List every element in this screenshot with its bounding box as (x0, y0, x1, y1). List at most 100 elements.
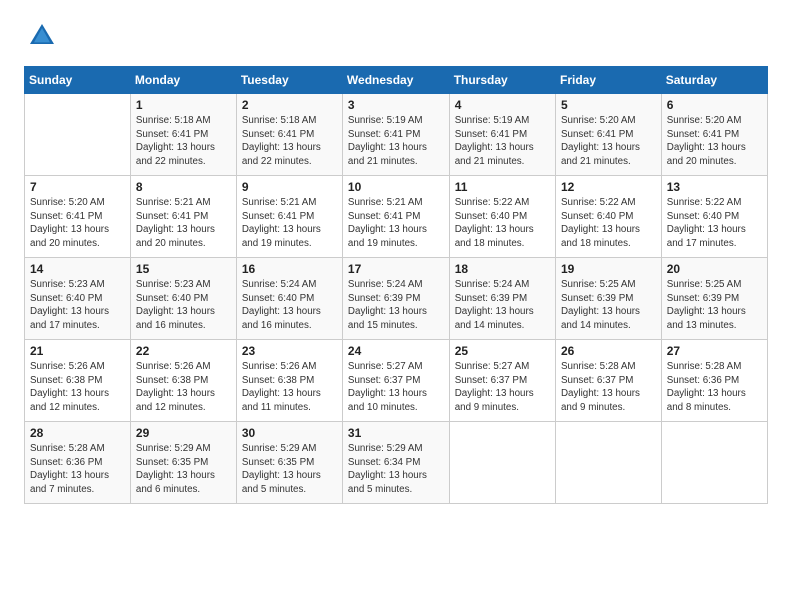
day-cell: 8 Sunrise: 5:21 AMSunset: 6:41 PMDaylight… (130, 176, 236, 258)
day-cell (661, 422, 767, 504)
day-number: 22 (136, 344, 231, 358)
day-number: 7 (30, 180, 125, 194)
day-cell: 30 Sunrise: 5:29 AMSunset: 6:35 PMDayligh… (236, 422, 342, 504)
day-number: 5 (561, 98, 656, 112)
day-cell: 12 Sunrise: 5:22 AMSunset: 6:40 PMDayligh… (555, 176, 661, 258)
weekday-header-row: SundayMondayTuesdayWednesdayThursdayFrid… (25, 67, 768, 94)
day-info: Sunrise: 5:19 AMSunset: 6:41 PMDaylight:… (455, 114, 550, 169)
day-info: Sunrise: 5:20 AMSunset: 6:41 PMDaylight:… (30, 196, 125, 251)
day-info: Sunrise: 5:18 AMSunset: 6:41 PMDaylight:… (136, 114, 231, 169)
week-row-2: 7 Sunrise: 5:20 AMSunset: 6:41 PMDaylight… (25, 176, 768, 258)
day-info: Sunrise: 5:24 AMSunset: 6:39 PMDaylight:… (348, 278, 444, 333)
day-cell: 22 Sunrise: 5:26 AMSunset: 6:38 PMDayligh… (130, 340, 236, 422)
day-info: Sunrise: 5:27 AMSunset: 6:37 PMDaylight:… (455, 360, 550, 415)
day-info: Sunrise: 5:24 AMSunset: 6:40 PMDaylight:… (242, 278, 337, 333)
day-cell: 11 Sunrise: 5:22 AMSunset: 6:40 PMDayligh… (449, 176, 555, 258)
day-number: 4 (455, 98, 550, 112)
day-number: 18 (455, 262, 550, 276)
day-cell: 21 Sunrise: 5:26 AMSunset: 6:38 PMDayligh… (25, 340, 131, 422)
day-number: 20 (667, 262, 762, 276)
day-number: 6 (667, 98, 762, 112)
day-cell (555, 422, 661, 504)
calendar-table: SundayMondayTuesdayWednesdayThursdayFrid… (24, 66, 768, 504)
day-info: Sunrise: 5:21 AMSunset: 6:41 PMDaylight:… (136, 196, 231, 251)
day-info: Sunrise: 5:26 AMSunset: 6:38 PMDaylight:… (242, 360, 337, 415)
day-number: 26 (561, 344, 656, 358)
day-number: 30 (242, 426, 337, 440)
day-info: Sunrise: 5:23 AMSunset: 6:40 PMDaylight:… (30, 278, 125, 333)
weekday-thursday: Thursday (449, 67, 555, 94)
weekday-sunday: Sunday (25, 67, 131, 94)
day-cell: 18 Sunrise: 5:24 AMSunset: 6:39 PMDayligh… (449, 258, 555, 340)
day-number: 23 (242, 344, 337, 358)
day-info: Sunrise: 5:23 AMSunset: 6:40 PMDaylight:… (136, 278, 231, 333)
day-cell: 14 Sunrise: 5:23 AMSunset: 6:40 PMDayligh… (25, 258, 131, 340)
week-row-1: 1 Sunrise: 5:18 AMSunset: 6:41 PMDaylight… (25, 94, 768, 176)
day-number: 12 (561, 180, 656, 194)
day-number: 28 (30, 426, 125, 440)
day-cell: 19 Sunrise: 5:25 AMSunset: 6:39 PMDayligh… (555, 258, 661, 340)
day-number: 15 (136, 262, 231, 276)
week-row-4: 21 Sunrise: 5:26 AMSunset: 6:38 PMDayligh… (25, 340, 768, 422)
week-row-5: 28 Sunrise: 5:28 AMSunset: 6:36 PMDayligh… (25, 422, 768, 504)
day-info: Sunrise: 5:26 AMSunset: 6:38 PMDaylight:… (136, 360, 231, 415)
day-info: Sunrise: 5:29 AMSunset: 6:35 PMDaylight:… (136, 442, 231, 497)
day-info: Sunrise: 5:28 AMSunset: 6:36 PMDaylight:… (30, 442, 125, 497)
day-info: Sunrise: 5:22 AMSunset: 6:40 PMDaylight:… (561, 196, 656, 251)
day-cell: 27Sunrise: 5:28 AMSunset: 6:36 PMDayligh… (661, 340, 767, 422)
day-info: Sunrise: 5:25 AMSunset: 6:39 PMDaylight:… (561, 278, 656, 333)
weekday-wednesday: Wednesday (342, 67, 449, 94)
day-cell: 7 Sunrise: 5:20 AMSunset: 6:41 PMDaylight… (25, 176, 131, 258)
day-cell: 17 Sunrise: 5:24 AMSunset: 6:39 PMDayligh… (342, 258, 449, 340)
day-number: 11 (455, 180, 550, 194)
day-number: 19 (561, 262, 656, 276)
day-info: Sunrise: 5:28 AMSunset: 6:36 PMDaylight:… (667, 360, 762, 415)
day-info: Sunrise: 5:26 AMSunset: 6:38 PMDaylight:… (30, 360, 125, 415)
day-info: Sunrise: 5:21 AMSunset: 6:41 PMDaylight:… (242, 196, 337, 251)
day-cell (25, 94, 131, 176)
day-number: 1 (136, 98, 231, 112)
day-info: Sunrise: 5:22 AMSunset: 6:40 PMDaylight:… (455, 196, 550, 251)
day-number: 9 (242, 180, 337, 194)
logo (24, 20, 62, 52)
weekday-monday: Monday (130, 67, 236, 94)
day-cell: 25 Sunrise: 5:27 AMSunset: 6:37 PMDayligh… (449, 340, 555, 422)
day-info: Sunrise: 5:22 AMSunset: 6:40 PMDaylight:… (667, 196, 762, 251)
day-cell: 6Sunrise: 5:20 AMSunset: 6:41 PMDaylight… (661, 94, 767, 176)
day-info: Sunrise: 5:21 AMSunset: 6:41 PMDaylight:… (348, 196, 444, 251)
header (24, 20, 768, 52)
day-info: Sunrise: 5:27 AMSunset: 6:37 PMDaylight:… (348, 360, 444, 415)
day-cell: 9 Sunrise: 5:21 AMSunset: 6:41 PMDaylight… (236, 176, 342, 258)
day-number: 8 (136, 180, 231, 194)
week-row-3: 14 Sunrise: 5:23 AMSunset: 6:40 PMDayligh… (25, 258, 768, 340)
day-number: 17 (348, 262, 444, 276)
day-number: 25 (455, 344, 550, 358)
day-cell: 10 Sunrise: 5:21 AMSunset: 6:41 PMDayligh… (342, 176, 449, 258)
day-info: Sunrise: 5:19 AMSunset: 6:41 PMDaylight:… (348, 114, 444, 169)
day-info: Sunrise: 5:29 AMSunset: 6:35 PMDaylight:… (242, 442, 337, 497)
day-number: 24 (348, 344, 444, 358)
day-info: Sunrise: 5:25 AMSunset: 6:39 PMDaylight:… (667, 278, 762, 333)
day-cell: 29Sunrise: 5:29 AMSunset: 6:35 PMDayligh… (130, 422, 236, 504)
weekday-saturday: Saturday (661, 67, 767, 94)
day-cell: 15 Sunrise: 5:23 AMSunset: 6:40 PMDayligh… (130, 258, 236, 340)
day-number: 31 (348, 426, 444, 440)
day-number: 16 (242, 262, 337, 276)
day-info: Sunrise: 5:29 AMSunset: 6:34 PMDaylight:… (348, 442, 444, 497)
day-info: Sunrise: 5:24 AMSunset: 6:39 PMDaylight:… (455, 278, 550, 333)
weekday-friday: Friday (555, 67, 661, 94)
day-cell: 23 Sunrise: 5:26 AMSunset: 6:38 PMDayligh… (236, 340, 342, 422)
day-number: 2 (242, 98, 337, 112)
day-cell: 24 Sunrise: 5:27 AMSunset: 6:37 PMDayligh… (342, 340, 449, 422)
day-info: Sunrise: 5:28 AMSunset: 6:37 PMDaylight:… (561, 360, 656, 415)
day-number: 10 (348, 180, 444, 194)
weekday-tuesday: Tuesday (236, 67, 342, 94)
logo-icon (26, 20, 58, 52)
page-container: SundayMondayTuesdayWednesdayThursdayFrid… (0, 0, 792, 520)
day-cell: 26 Sunrise: 5:28 AMSunset: 6:37 PMDayligh… (555, 340, 661, 422)
day-number: 14 (30, 262, 125, 276)
day-cell: 16 Sunrise: 5:24 AMSunset: 6:40 PMDayligh… (236, 258, 342, 340)
day-number: 21 (30, 344, 125, 358)
day-cell: 2Sunrise: 5:18 AMSunset: 6:41 PMDaylight… (236, 94, 342, 176)
day-cell: 20 Sunrise: 5:25 AMSunset: 6:39 PMDayligh… (661, 258, 767, 340)
